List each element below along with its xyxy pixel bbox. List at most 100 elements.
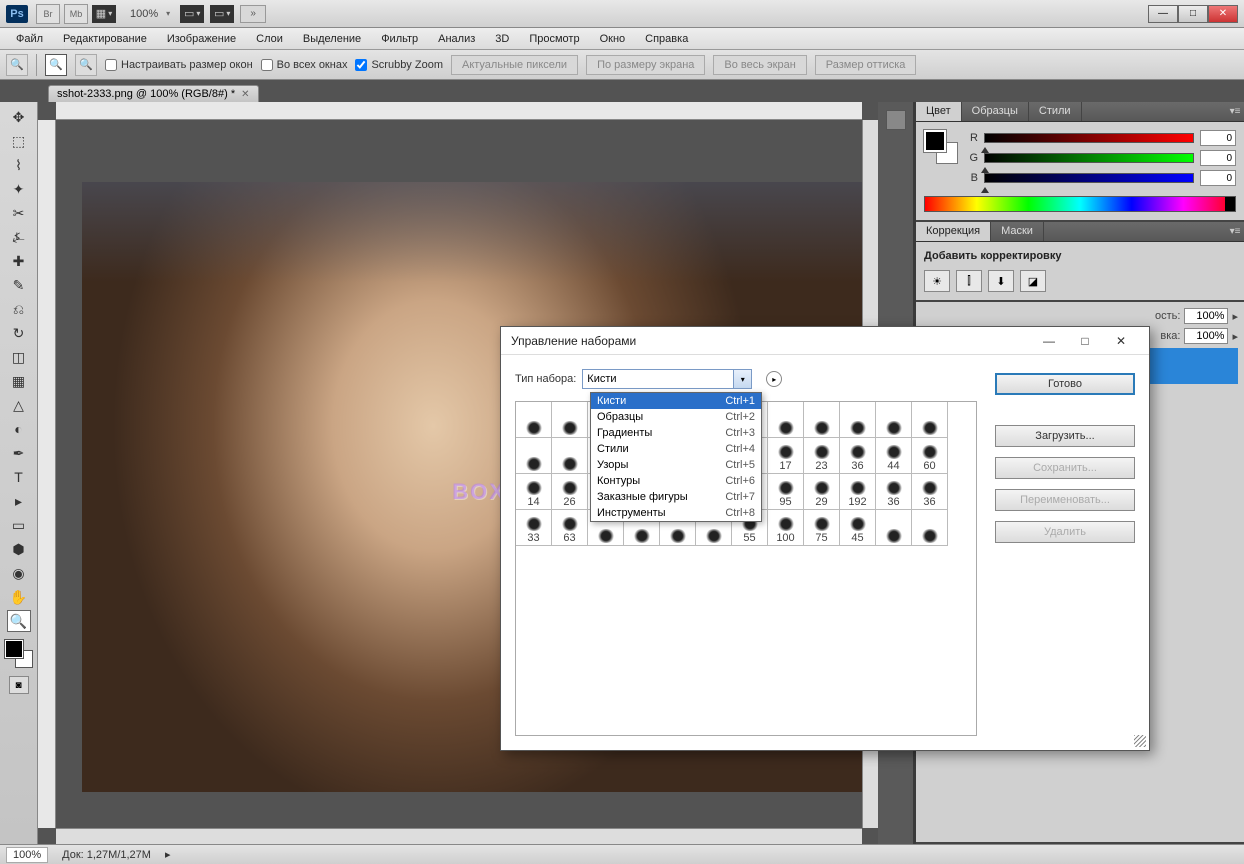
brush-preset-cell[interactable]: [516, 402, 552, 438]
3d-tool[interactable]: ⬢: [7, 538, 31, 560]
actual-pixels-button[interactable]: Актуальные пиксели: [451, 55, 578, 75]
brush-preset-cell[interactable]: 29: [804, 474, 840, 510]
load-button[interactable]: Загрузить...: [995, 425, 1135, 447]
3d-camera-tool[interactable]: ◉: [7, 562, 31, 584]
brush-preset-cell[interactable]: 33: [516, 510, 552, 546]
bridge-button[interactable]: Br: [36, 4, 60, 24]
brush-preset-cell[interactable]: [552, 402, 588, 438]
tab-masks[interactable]: Маски: [991, 222, 1044, 241]
window-maximize-button[interactable]: □: [1178, 5, 1208, 23]
scrubby-zoom-checkbox[interactable]: Scrubby Zoom: [355, 59, 443, 71]
view-extras-dropdown[interactable]: ▦: [92, 5, 116, 23]
brush-preset-cell[interactable]: 100: [768, 510, 804, 546]
all-windows-checkbox[interactable]: Во всех окнах: [261, 59, 348, 71]
brush-preset-cell[interactable]: 17: [768, 438, 804, 474]
brush-preset-cell[interactable]: 75: [804, 510, 840, 546]
window-close-button[interactable]: ✕: [1208, 5, 1238, 23]
color-swatches[interactable]: [5, 640, 33, 668]
dropdown-item[interactable]: УзорыCtrl+5: [591, 457, 761, 473]
input-b[interactable]: [1200, 170, 1236, 186]
dialog-maximize-button[interactable]: □: [1067, 330, 1103, 352]
status-zoom[interactable]: 100%: [6, 847, 48, 863]
menu-select[interactable]: Выделение: [293, 30, 371, 48]
brush-preset-cell[interactable]: [876, 510, 912, 546]
shape-tool[interactable]: ▭: [7, 514, 31, 536]
path-select-tool[interactable]: ▸: [7, 490, 31, 512]
print-size-button[interactable]: Размер оттиска: [815, 55, 917, 75]
heal-tool[interactable]: ✚: [7, 250, 31, 272]
brush-preset-cell[interactable]: 95: [768, 474, 804, 510]
adj-levels-icon[interactable]: ⫿: [956, 270, 982, 292]
dropdown-item[interactable]: СтилиCtrl+4: [591, 441, 761, 457]
menu-analysis[interactable]: Анализ: [428, 30, 485, 48]
brush-preset-cell[interactable]: [552, 438, 588, 474]
scrollbar-horizontal[interactable]: [56, 828, 862, 844]
wand-tool[interactable]: ✦: [7, 178, 31, 200]
pen-tool[interactable]: ✒: [7, 442, 31, 464]
lasso-tool[interactable]: ⌇: [7, 154, 31, 176]
ruler-horizontal[interactable]: [56, 102, 862, 120]
brush-preset-cell[interactable]: 36: [912, 474, 948, 510]
fill-input[interactable]: [1184, 328, 1228, 344]
zoom-display[interactable]: 100%: [130, 8, 158, 20]
input-g[interactable]: [1200, 150, 1236, 166]
brush-preset-cell[interactable]: 192: [840, 474, 876, 510]
tab-swatches[interactable]: Образцы: [962, 102, 1029, 121]
save-button[interactable]: Сохранить...: [995, 457, 1135, 479]
brush-preset-cell[interactable]: [804, 402, 840, 438]
dock-icon[interactable]: [886, 110, 906, 130]
brush-preset-cell[interactable]: 14: [516, 474, 552, 510]
dropdown-item[interactable]: КистиCtrl+1: [591, 393, 761, 409]
tab-adjustments[interactable]: Коррекция: [916, 222, 991, 241]
menu-help[interactable]: Справка: [635, 30, 698, 48]
zoom-in-icon[interactable]: 🔍: [45, 54, 67, 76]
minibridge-button[interactable]: Mb: [64, 4, 88, 24]
close-tab-icon[interactable]: ✕: [241, 89, 249, 100]
brush-preset-cell[interactable]: 26: [552, 474, 588, 510]
blur-tool[interactable]: △: [7, 394, 31, 416]
dropdown-item[interactable]: ИнструментыCtrl+8: [591, 505, 761, 521]
menu-layers[interactable]: Слои: [246, 30, 293, 48]
menu-window[interactable]: Окно: [590, 30, 636, 48]
ruler-vertical[interactable]: [38, 120, 56, 828]
screenmode-dropdown[interactable]: ▭: [210, 5, 234, 23]
menu-filter[interactable]: Фильтр: [371, 30, 428, 48]
adj-exposure-icon[interactable]: ◪: [1020, 270, 1046, 292]
brush-preset-cell[interactable]: [876, 402, 912, 438]
dropdown-item[interactable]: Заказные фигурыCtrl+7: [591, 489, 761, 505]
arrange-dropdown[interactable]: ▭: [180, 5, 204, 23]
move-tool[interactable]: ✥: [7, 106, 31, 128]
menu-3d[interactable]: 3D: [485, 30, 519, 48]
resize-windows-checkbox[interactable]: Настраивать размер окон: [105, 59, 253, 71]
menu-edit[interactable]: Редактирование: [53, 30, 157, 48]
document-tab[interactable]: sshot-2333.png @ 100% (RGB/8#) * ✕: [48, 85, 259, 102]
menu-image[interactable]: Изображение: [157, 30, 246, 48]
marquee-tool[interactable]: ⬚: [7, 130, 31, 152]
preset-type-combo[interactable]: Кисти ▾: [582, 369, 752, 389]
combo-arrow-icon[interactable]: ▾: [733, 370, 751, 388]
status-doc-size[interactable]: Док: 1,27M/1,27M: [62, 849, 151, 861]
eraser-tool[interactable]: ◫: [7, 346, 31, 368]
current-tool-icon[interactable]: 🔍: [6, 54, 28, 76]
brush-preset-cell[interactable]: [516, 438, 552, 474]
brush-preset-cell[interactable]: 60: [912, 438, 948, 474]
done-button[interactable]: Готово: [995, 373, 1135, 395]
full-screen-button[interactable]: Во весь экран: [713, 55, 806, 75]
hand-tool[interactable]: ✋: [7, 586, 31, 608]
slider-g[interactable]: [984, 153, 1194, 163]
foreground-swatch[interactable]: [5, 640, 23, 658]
slider-b[interactable]: [984, 173, 1194, 183]
resize-grip[interactable]: [1134, 735, 1146, 747]
brush-preset-cell[interactable]: 44: [876, 438, 912, 474]
delete-button[interactable]: Удалить: [995, 521, 1135, 543]
opacity-input[interactable]: [1184, 308, 1228, 324]
brush-preset-cell[interactable]: 63: [552, 510, 588, 546]
dialog-close-button[interactable]: ✕: [1103, 330, 1139, 352]
zoom-out-icon[interactable]: 🔍: [75, 54, 97, 76]
panel-menu-icon[interactable]: ▾≡: [1226, 102, 1244, 121]
expand-panels-button[interactable]: »: [240, 5, 266, 23]
flyout-menu-icon[interactable]: ▸: [766, 371, 782, 387]
menu-file[interactable]: Файл: [6, 30, 53, 48]
dropdown-item[interactable]: ГрадиентыCtrl+3: [591, 425, 761, 441]
type-tool[interactable]: T: [7, 466, 31, 488]
